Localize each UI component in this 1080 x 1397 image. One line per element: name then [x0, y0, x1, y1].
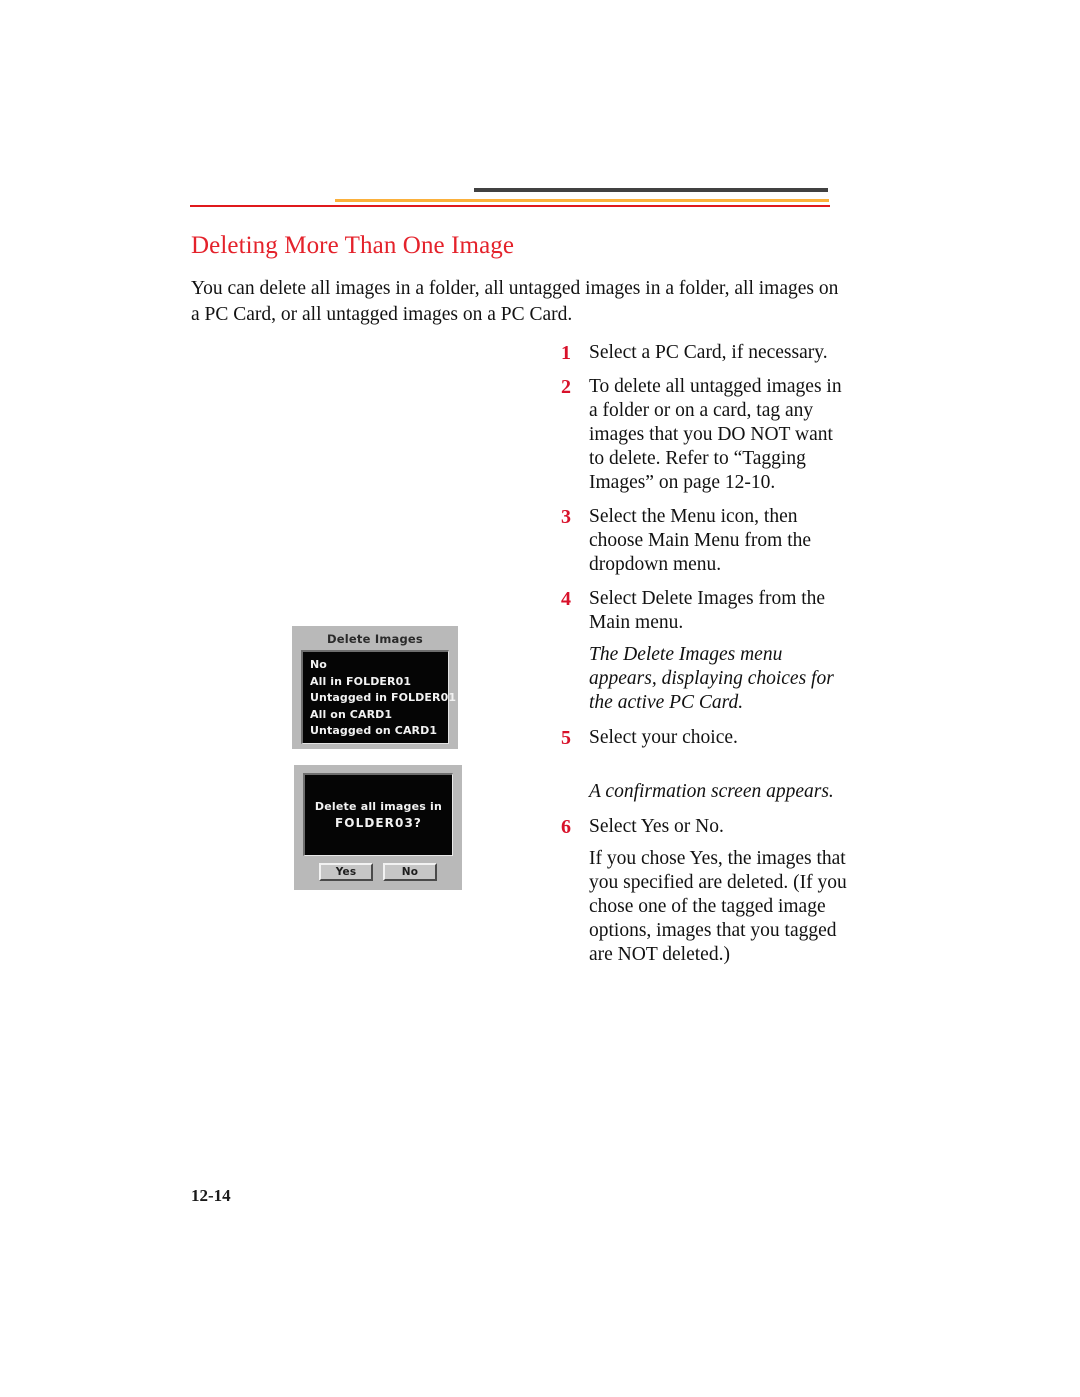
menu-option: Untagged on CARD1 — [310, 724, 438, 737]
figure-delete-images-menu: Delete Images No All in FOLDER01 Untagge… — [292, 626, 458, 749]
step-text: Select Delete Images from the Main menu. — [589, 588, 826, 633]
note-spacer — [561, 750, 851, 772]
step-number: 1 — [561, 342, 571, 364]
confirmation-line-1: Delete all images in — [314, 800, 443, 813]
menu-option: Untagged in FOLDER01 — [310, 691, 457, 704]
header-rule-orange — [335, 199, 829, 202]
step-item: 3 Select the Menu icon, then choose Main… — [561, 505, 851, 577]
step-item: 4 Select Delete Images from the Main men… — [561, 587, 851, 715]
figure-confirmation-screen: Delete all images in FOLDER03? Yes No — [294, 765, 462, 890]
confirmation-display: Delete all images in FOLDER03? — [303, 773, 453, 856]
menu-option: All in FOLDER01 — [310, 674, 412, 688]
document-page: Deleting More Than One Image You can del… — [0, 0, 1080, 1397]
step-number: 4 — [561, 588, 571, 610]
step-number: 5 — [561, 727, 571, 749]
step-item: 6 Select Yes or No. If you chose Yes, th… — [561, 815, 851, 967]
step-text: Select a PC Card, if necessary. — [589, 342, 828, 363]
header-rule-gray — [474, 188, 828, 192]
step-text: Select the Menu icon, then choose Main M… — [589, 506, 812, 575]
procedure-steps: 1 Select a PC Card, if necessary. 2 To d… — [561, 341, 851, 977]
step-note: The Delete Images menu appears, displayi… — [589, 644, 834, 713]
step-number: 3 — [561, 506, 571, 528]
step-text: Select Yes or No. — [589, 816, 724, 837]
menu-option: No — [310, 658, 327, 671]
step-number: 2 — [561, 376, 571, 398]
step-note: A confirmation screen appears. — [589, 781, 834, 802]
step-item: 1 Select a PC Card, if necessary. — [561, 341, 851, 365]
menu-screen: No All in FOLDER01 Untagged in FOLDER01 … — [301, 650, 457, 744]
header-rule-red — [190, 205, 830, 207]
step-item: 2 To delete all untagged images in a fol… — [561, 375, 851, 495]
menu-option: All on CARD1 — [310, 707, 393, 721]
confirmation-line-2: FOLDER03? — [334, 816, 422, 830]
menu-title: Delete Images — [327, 632, 423, 646]
page-title: Deleting More Than One Image — [191, 232, 515, 259]
confirmation-buttons: Yes No — [303, 863, 453, 881]
page-number: 12-14 — [191, 1186, 231, 1205]
no-button: No — [383, 863, 437, 881]
intro-paragraph: You can delete all images in a folder, a… — [191, 278, 839, 325]
step-followup-text: If you chose Yes, the images that you sp… — [589, 848, 847, 965]
yes-button: Yes — [319, 863, 373, 881]
step-text: Select your choice. — [589, 727, 738, 748]
step-number: 6 — [561, 816, 571, 838]
step-text: To delete all untagged images in a folde… — [589, 376, 842, 493]
step-item: 5 Select your choice. A confirmation scr… — [561, 726, 851, 804]
